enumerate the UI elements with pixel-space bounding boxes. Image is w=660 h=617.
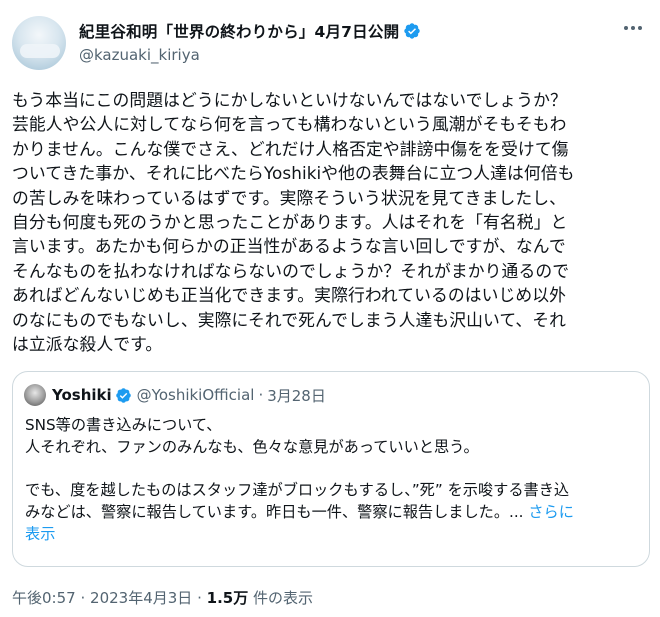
author-name[interactable]: 紀里谷和明「世界の終わりから」4月7日公開 [79, 20, 399, 42]
meta-separator-dot: · [197, 589, 202, 607]
tweet-date[interactable]: 2023年4月3日 [90, 589, 192, 607]
tweet-body: もう本当にこの問題はどうにかしないといけないんではないでしょうか？ 芸能人や公人… [12, 90, 575, 355]
quoted-author-avatar [24, 384, 46, 406]
quoted-tweet-text: SNS等の書き込みについて、 人それぞれ、ファンのみんなも、色々な意見があってい… [25, 415, 639, 546]
quoted-separator-dot: · [258, 386, 264, 404]
author-handle[interactable]: @kazuaki_kiriya [79, 46, 200, 64]
views-count: 1.5万 [206, 589, 249, 607]
tweet-header: 紀里谷和明「世界の終わりから」4月7日公開 @kazuaki_kiriya [12, 12, 648, 72]
author-name-line: 紀里谷和明「世界の終わりから」4月7日公開 [79, 20, 421, 42]
avatar-cloud [20, 44, 60, 58]
quoted-author-handle: @YoshikiOfficial [136, 386, 255, 404]
more-options-icon[interactable] [620, 18, 646, 38]
tweet-time[interactable]: 午後0:57 [12, 589, 76, 607]
quoted-date: 3月28日 [267, 386, 326, 405]
author-avatar[interactable] [12, 16, 66, 70]
verified-badge-icon [404, 23, 420, 39]
verified-badge-icon [115, 387, 131, 403]
quoted-text-body: SNS等の書き込みについて、 人それぞれ、ファンのみんなも、色々な意見があってい… [25, 416, 570, 522]
tweet-meta: 午後0:57 · 2023年4月3日 · 1.5万 件の表示 [12, 587, 313, 608]
quoted-tweet-header: Yoshiki @YoshikiOfficial · 3月28日 [24, 384, 326, 406]
meta-separator-dot: · [80, 589, 86, 607]
views-label: 件の表示 [253, 589, 314, 607]
quoted-author-name: Yoshiki [52, 386, 112, 404]
quoted-tweet[interactable]: Yoshiki @YoshikiOfficial · 3月28日 SNS等の書き… [12, 371, 650, 567]
